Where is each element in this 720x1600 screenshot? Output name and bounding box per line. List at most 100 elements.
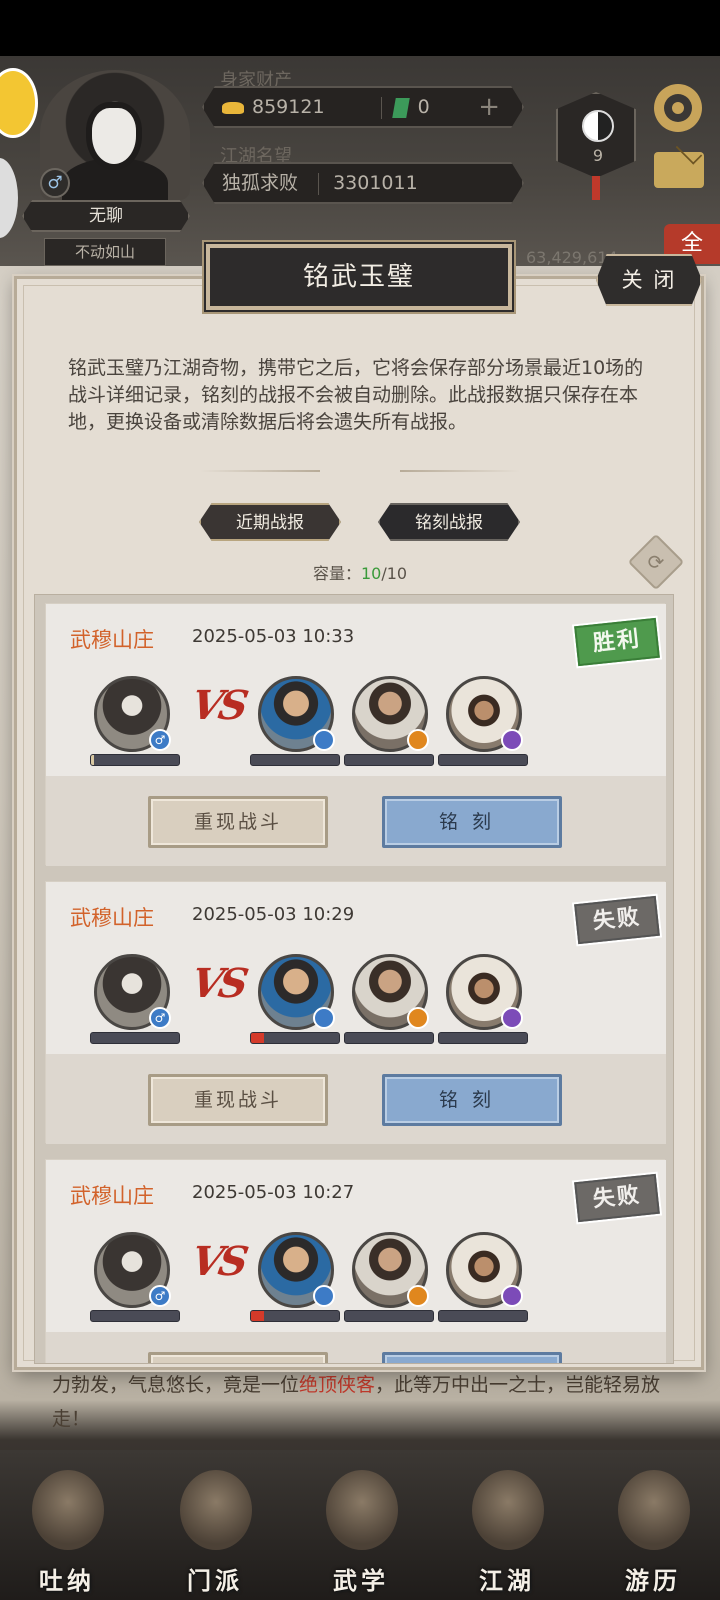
tab-engraved-reports[interactable]: 铭刻战报 <box>378 503 520 541</box>
nav-youli[interactable]: 游历 <box>598 1460 708 1600</box>
faction-badge-icon <box>501 1007 523 1029</box>
enemy-avatar-scholar <box>352 954 429 1030</box>
engrave-button[interactable]: 铭刻 <box>382 796 562 848</box>
player-hp-bar <box>90 754 180 766</box>
horse-icon <box>618 1470 690 1550</box>
nav-wuxue[interactable]: 武学 <box>306 1460 416 1600</box>
faction-badge-icon <box>407 729 429 751</box>
enemy-avatar-swordsman <box>258 1232 335 1308</box>
male-icon: ♂ <box>149 1285 171 1307</box>
capacity-indicator: 容量：10/10 <box>312 564 408 583</box>
tab-recent-reports[interactable]: 近期战报 <box>199 503 341 541</box>
replay-battle-button[interactable]: 重现战斗 <box>148 796 328 848</box>
enemy-avatar-scholar <box>352 1232 429 1308</box>
battle-time: 2025-05-03 10:27 <box>192 1182 355 1203</box>
victory-stamp: 胜利 <box>574 617 660 667</box>
hat-icon <box>472 1470 544 1550</box>
player-name: 无聊 <box>22 200 190 232</box>
yin-yang-icon <box>582 110 614 142</box>
card-action-area <box>46 1054 666 1144</box>
silver-value: 859121 <box>252 96 325 118</box>
wealth-divider <box>380 96 382 119</box>
defeat-stamp: 失败 <box>574 895 660 945</box>
engrave-button[interactable]: 铭刻 <box>382 1074 562 1126</box>
battle-location: 武穆山庄 <box>70 906 154 930</box>
enemy-hp-bar <box>438 1310 528 1322</box>
enemy-hp-fill <box>251 1033 265 1043</box>
player-hp-bar <box>90 1032 180 1044</box>
enemy-hp-bar <box>344 754 434 766</box>
jade-icon <box>391 97 410 118</box>
fame-divider <box>318 172 320 195</box>
enemy-hp-bar <box>250 1310 340 1322</box>
gourd-icon <box>32 1470 104 1550</box>
card-action-area <box>46 776 666 866</box>
mail-icon[interactable] <box>654 152 704 188</box>
replay-battle-button[interactable]: 重现战斗 <box>148 1074 328 1126</box>
faction-badge-icon <box>501 1285 523 1307</box>
tassel-decoration <box>592 176 600 200</box>
male-icon: ♂ <box>149 729 171 751</box>
enemy-hp-bar <box>438 1032 528 1044</box>
enemy-hp-bar <box>344 1310 434 1322</box>
player-battle-avatar: ♂ <box>94 676 171 752</box>
dialog-description: 铭武玉璧乃江湖奇物，携带它之后，它将会保存部分场景最近10场的战斗详细记录，铭刻… <box>68 357 644 433</box>
fame-box: 独孤求败 3301011 <box>202 162 524 204</box>
background-story-text: 力勃发，气息悠长，竟是一位绝顶侠客，此等万中出一之士，岂能轻易放走！ <box>52 1374 661 1430</box>
enemy-hp-bar <box>438 754 528 766</box>
vs-label: VS <box>187 960 249 1007</box>
battle-record-card: 武穆山庄 2025-05-03 10:33 胜利 ♂ VS 重现战斗 铭刻 <box>45 603 666 866</box>
replay-battle-button[interactable]: 重现战斗 <box>148 1352 328 1363</box>
player-battle-avatar: ♂ <box>94 954 171 1030</box>
divider-left <box>200 470 320 472</box>
battle-location: 武穆山庄 <box>70 1184 154 1208</box>
refresh-icon: ⟳ <box>647 550 665 574</box>
battle-location: 武穆山庄 <box>70 628 154 652</box>
enemy-avatar-fur-hat <box>446 1232 523 1308</box>
enemy-hp-fill <box>251 1311 265 1321</box>
faction-badge-icon <box>313 1285 335 1307</box>
nav-tuna[interactable]: 吐纳 <box>12 1460 122 1600</box>
battle-record-card: 武穆山庄 2025-05-03 10:29 失败 ♂ VS 重现战斗 铭刻 <box>45 881 666 1144</box>
nav-menpai[interactable]: 门派 <box>160 1460 270 1600</box>
battle-time: 2025-05-03 10:29 <box>192 904 355 925</box>
enemy-hp-bar <box>344 1032 434 1044</box>
defeat-stamp: 失败 <box>574 1173 660 1223</box>
avatar-mask <box>92 108 136 164</box>
close-button[interactable]: 关 闭 <box>596 254 702 306</box>
enemy-avatar-scholar <box>352 676 429 752</box>
wealth-box: 859121 0 + <box>202 86 524 128</box>
player-hp-bar <box>90 1310 180 1322</box>
player-battle-avatar: ♂ <box>94 1232 171 1308</box>
dialog-title: 铭武玉璧 <box>206 244 512 310</box>
faction-badge-icon <box>313 729 335 751</box>
faction-badge-icon <box>501 729 523 751</box>
jade-value: 0 <box>417 96 430 118</box>
enemy-avatar-fur-hat <box>446 954 523 1030</box>
highlight-text: 绝顶侠客 <box>299 1374 376 1396</box>
gear-icon[interactable] <box>654 84 702 132</box>
vs-label: VS <box>187 682 249 729</box>
nav-jianghu[interactable]: 江湖 <box>452 1460 562 1600</box>
engrave-button[interactable]: 铭刻 <box>382 1352 562 1363</box>
app-screen: ♂ 无聊 不动如山 身家财产 859121 0 + 江湖名望 独孤求败 3301… <box>0 0 720 1600</box>
status-bar <box>0 0 720 56</box>
taiji-level: 9 <box>592 146 604 165</box>
taiji-level-button[interactable]: 9 <box>556 92 636 178</box>
battle-record-card: 武穆山庄 2025-05-03 10:27 失败 ♂ VS 重现战斗 铭刻 <box>45 1159 666 1363</box>
add-currency-button[interactable]: + <box>478 88 500 126</box>
divider-right <box>400 470 520 472</box>
silver-ingot-icon <box>222 101 244 114</box>
faction-badge-icon <box>407 1007 429 1029</box>
male-icon: ♂ <box>40 168 70 198</box>
enemy-hp-bar <box>250 754 340 766</box>
scroll-icon <box>326 1470 398 1550</box>
battle-time: 2025-05-03 10:33 <box>192 626 355 647</box>
faction-badge-icon <box>407 1285 429 1307</box>
enemy-hp-bar <box>250 1032 340 1044</box>
enemy-avatar-swordsman <box>258 676 335 752</box>
male-icon: ♂ <box>149 1007 171 1029</box>
battle-record-list[interactable]: 武穆山庄 2025-05-03 10:33 胜利 ♂ VS 重现战斗 铭刻 武穆山庄 2025-… <box>34 594 674 1364</box>
enemy-avatar-fur-hat <box>446 676 523 752</box>
faction-badge-icon <box>313 1007 335 1029</box>
